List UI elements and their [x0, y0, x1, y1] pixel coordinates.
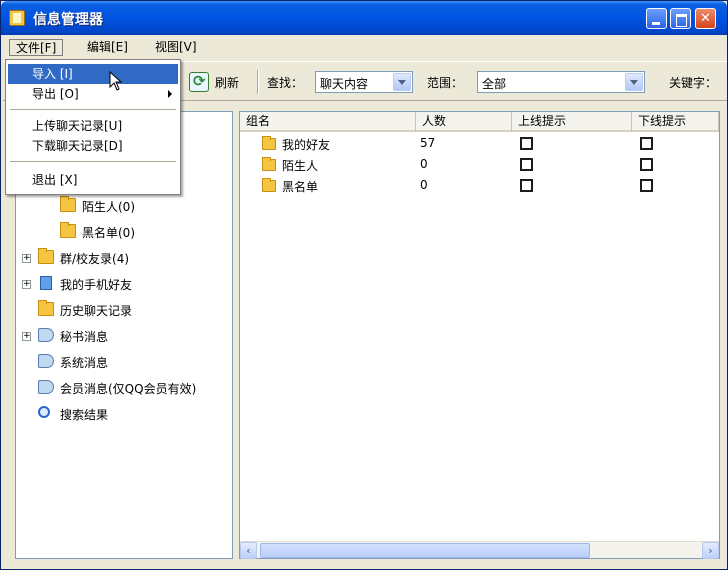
close-button[interactable]: ✕: [695, 8, 716, 29]
group-name: 黑名单: [282, 180, 319, 194]
range-select[interactable]: 全部: [477, 71, 645, 93]
scroll-right-button[interactable]: ›: [702, 542, 719, 559]
file-menu-dropdown: 导入 [I] 导出 [O] 上传聊天记录[U] 下载聊天记录[D] 退出 [X]: [5, 59, 181, 195]
menu-file[interactable]: 文件[F]: [9, 39, 64, 56]
title-bar[interactable]: 信息管理器 ✕: [1, 1, 727, 35]
expand-toggle[interactable]: +: [22, 254, 31, 263]
toolbar-separator: [257, 70, 259, 94]
column-header-name[interactable]: 组名: [240, 112, 416, 132]
keyword-label: 关键字：: [669, 76, 718, 90]
menu-separator: [10, 161, 176, 162]
range-value: 全部: [482, 77, 507, 91]
group-name: 陌生人: [282, 159, 319, 173]
folder-icon: [262, 157, 276, 171]
tree-item-label: 陌生人(0): [82, 200, 135, 214]
scroll-left-button[interactable]: ‹: [240, 542, 257, 559]
group-count: 57: [420, 136, 436, 150]
tree-item-label: 秘书消息: [60, 330, 109, 344]
offline-alert-checkbox[interactable]: [640, 137, 653, 150]
column-header-online[interactable]: 上线提示: [512, 112, 632, 132]
tree-item-label: 系统消息: [60, 356, 109, 370]
speaker-icon: [38, 380, 54, 394]
online-alert-checkbox[interactable]: [520, 137, 533, 150]
group-count: 0: [420, 178, 428, 192]
search-icon: [38, 406, 50, 418]
menu-item-upload-history[interactable]: 上传聊天记录[U]: [8, 116, 178, 136]
refresh-label: 刷新: [215, 76, 240, 90]
folder-icon: [60, 222, 76, 238]
horizontal-scrollbar[interactable]: ‹ ›: [240, 541, 719, 559]
online-alert-checkbox[interactable]: [520, 158, 533, 171]
menu-bar: 文件[F] 编辑[E] 视图[V]: [3, 37, 727, 57]
folder-icon: [262, 136, 276, 150]
group-name: 我的好友: [282, 138, 331, 152]
tree-item-label: 历史聊天记录: [60, 304, 133, 318]
menu-item-import[interactable]: 导入 [I]: [8, 64, 178, 84]
group-list[interactable]: 组名 人数 上线提示 下线提示 我的好友 57 陌生人 0 黑名单 0 ‹ ›: [239, 111, 720, 559]
menu-item-exit[interactable]: 退出 [X]: [8, 170, 178, 190]
tree-item-label: 搜索结果: [60, 408, 109, 422]
submenu-arrow-icon: [168, 90, 172, 98]
folder-icon: [262, 178, 276, 192]
folder-icon: [60, 196, 76, 212]
expand-toggle[interactable]: +: [22, 332, 31, 341]
menu-separator: [10, 109, 176, 110]
table-row[interactable]: 陌生人 0: [240, 155, 719, 176]
tree-item-label: 黑名单(0): [82, 226, 135, 240]
menu-view[interactable]: 视图[V]: [149, 39, 203, 56]
offline-alert-checkbox[interactable]: [640, 158, 653, 171]
menu-item-label: 导出 [O]: [32, 87, 79, 101]
speaker-icon: [38, 328, 54, 342]
folder-icon: [38, 300, 54, 316]
table-row[interactable]: 我的好友 57: [240, 134, 719, 155]
menu-item-download-history[interactable]: 下载聊天记录[D]: [8, 136, 178, 156]
search-type-select[interactable]: 聊天内容: [315, 71, 413, 93]
expand-toggle[interactable]: +: [22, 280, 31, 289]
search-type-value: 聊天内容: [320, 77, 369, 91]
minimize-button[interactable]: [646, 8, 667, 29]
menu-item-export[interactable]: 导出 [O]: [8, 84, 178, 104]
tree-item-label: 群/校友录(4): [60, 252, 130, 266]
offline-alert-checkbox[interactable]: [640, 179, 653, 192]
scroll-thumb[interactable]: [260, 543, 590, 558]
column-header-count[interactable]: 人数: [416, 112, 512, 132]
phone-icon: [40, 276, 52, 290]
tree-item-label: 会员消息(仅QQ会员有效): [60, 382, 197, 396]
chevron-down-icon[interactable]: [625, 73, 643, 91]
menu-edit[interactable]: 编辑[E]: [81, 39, 134, 56]
online-alert-checkbox[interactable]: [520, 179, 533, 192]
speaker-icon: [38, 354, 54, 368]
app-window: 信息管理器 ✕ 文件[F] 编辑[E] 视图[V] 刷新 查找： 聊天内容 范围…: [0, 0, 728, 570]
group-count: 0: [420, 157, 428, 171]
folder-icon: [38, 248, 54, 264]
refresh-icon: [189, 72, 209, 92]
chevron-down-icon[interactable]: [393, 73, 411, 91]
search-label: 查找：: [267, 76, 304, 90]
column-header-offline[interactable]: 下线提示: [632, 112, 719, 132]
table-row[interactable]: 黑名单 0: [240, 176, 719, 197]
maximize-button[interactable]: [670, 8, 691, 29]
tree-item-label: 我的手机好友: [60, 278, 133, 292]
range-label: 范围：: [427, 76, 464, 90]
window-title: 信息管理器: [33, 12, 103, 28]
app-icon: [9, 10, 25, 26]
